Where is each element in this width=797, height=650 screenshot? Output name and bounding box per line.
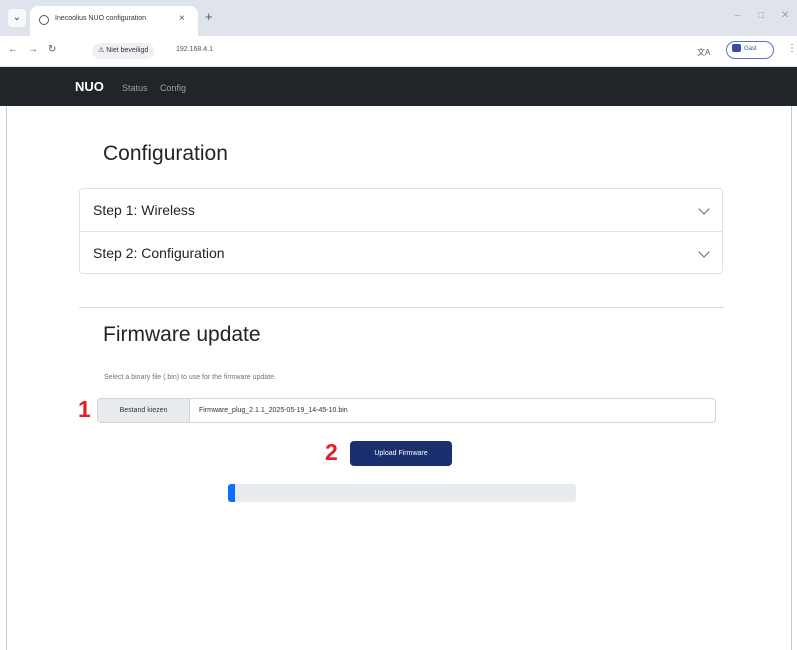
accordion-label: Step 1: Wireless [93, 202, 195, 218]
guest-label: Gast [744, 46, 757, 52]
url-text[interactable]: 192.168.4.1 [176, 46, 213, 53]
forward-icon[interactable]: → [28, 44, 38, 55]
guest-profile-button[interactable]: Gast [726, 41, 774, 59]
security-badge[interactable]: ⚠ Niet beveiligd [92, 43, 155, 59]
configuration-accordion: Step 1: Wireless Step 2: Configuration [79, 188, 723, 274]
accordion-label: Step 2: Configuration [93, 245, 225, 261]
choose-file-button[interactable]: Bestand kiezen [98, 399, 190, 422]
section-divider [79, 307, 724, 308]
upload-progress-fill [228, 484, 235, 502]
window-close-icon[interactable]: ✕ [781, 10, 789, 21]
nav-link-config[interactable]: Config [160, 83, 186, 93]
nav-link-status[interactable]: Status [122, 83, 148, 93]
annotation-marker-1: 1 [78, 396, 91, 422]
tab-search-menu[interactable]: ⌄ [8, 9, 26, 27]
new-tab-button[interactable]: + [205, 9, 213, 25]
viewport-right-edge [791, 106, 792, 650]
guest-icon [732, 44, 741, 53]
globe-icon [39, 15, 49, 25]
upload-progress-bar [228, 484, 576, 502]
app-navbar [0, 67, 797, 106]
browser-menu-icon[interactable]: ⋮ [787, 43, 797, 54]
browser-toolbar: ← → ↻ ⚠ Niet beveiligd 192.168.4.1 文A [0, 36, 797, 67]
firmware-heading: Firmware update [103, 323, 261, 346]
tab-title: Inecoolius NUO configuration [55, 15, 147, 22]
minimize-icon[interactable]: – [735, 10, 741, 21]
accordion-step-wireless[interactable]: Step 1: Wireless [80, 189, 722, 231]
tab-close-icon[interactable]: × [179, 13, 185, 24]
selected-file-name: Firmware_plug_2.1.1_2025-05-19_14-45-10.… [199, 407, 348, 414]
browser-tab[interactable]: Inecoolius NUO configuration × [30, 6, 198, 36]
translate-icon[interactable]: 文A [697, 47, 710, 58]
browser-tabstrip: ⌄ Inecoolius NUO configuration × + – □ ✕ [0, 0, 797, 36]
back-icon[interactable]: ← [8, 44, 18, 55]
viewport-left-edge [6, 106, 7, 650]
accordion-step-configuration[interactable]: Step 2: Configuration [80, 231, 722, 274]
firmware-help-text: Select a binary file (.bin) to use for t… [104, 374, 276, 381]
chevron-down-icon [698, 203, 710, 215]
brand-logo[interactable]: NUO [75, 79, 104, 94]
chevron-down-icon [698, 246, 710, 258]
annotation-marker-2: 2 [325, 439, 338, 465]
reload-icon[interactable]: ↻ [48, 44, 56, 55]
maximize-icon[interactable]: □ [758, 10, 764, 21]
configuration-heading: Configuration [103, 142, 228, 165]
firmware-file-input[interactable]: Bestand kiezen Firmware_plug_2.1.1_2025-… [97, 398, 716, 423]
upload-firmware-button[interactable]: Upload Firmware [350, 441, 452, 466]
address-bar[interactable]: ⚠ Niet beveiligd 192.168.4.1 [88, 41, 688, 61]
